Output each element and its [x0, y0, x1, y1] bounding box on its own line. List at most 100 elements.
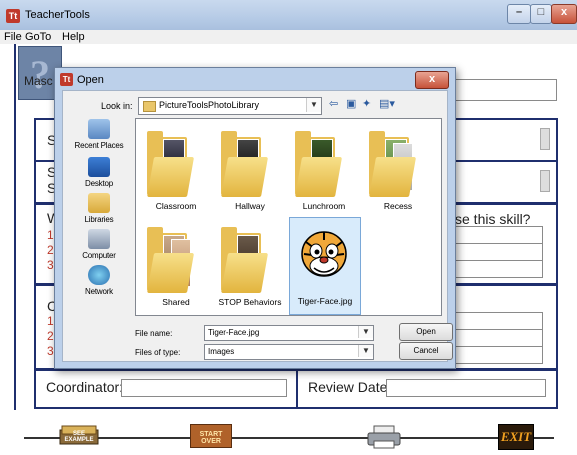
- window-title: TeacherTools: [25, 9, 90, 21]
- folder-item[interactable]: Classroom: [141, 123, 211, 219]
- form-top-label: Masc: [24, 74, 53, 88]
- close-button[interactable]: x: [551, 4, 577, 24]
- see-example-label: SEE EXAMPLE: [64, 431, 94, 443]
- network-icon: [88, 265, 110, 285]
- start-over-label: START OVER: [199, 431, 223, 445]
- view-menu-icon[interactable]: ▤▾: [379, 97, 395, 110]
- action-input-2[interactable]: [455, 329, 543, 347]
- number-a2: 2: [47, 243, 54, 257]
- file-name: Recess: [383, 201, 413, 211]
- libraries-icon: [88, 193, 110, 213]
- place-label: Recent Places: [74, 141, 124, 150]
- chevron-down-icon[interactable]: ▼: [358, 326, 373, 338]
- up-folder-icon[interactable]: ▣: [346, 97, 356, 110]
- new-folder-icon[interactable]: ✦: [362, 97, 371, 110]
- exit-button[interactable]: EXIT: [498, 424, 534, 450]
- close-icon: x: [560, 6, 568, 18]
- place-desktop[interactable]: Desktop: [69, 157, 129, 193]
- file-name: Hallway: [235, 201, 265, 211]
- exit-label: EXIT: [500, 429, 532, 444]
- action-input-3[interactable]: [455, 346, 543, 364]
- computer-icon: [88, 229, 110, 249]
- main-titlebar: Tt TeacherTools – □ x: [0, 0, 577, 31]
- folder-item[interactable]: Recess: [363, 123, 433, 219]
- coordinator-input[interactable]: [121, 379, 287, 397]
- menu-file[interactable]: File: [4, 31, 22, 43]
- dialog-app-icon: Tt: [60, 73, 73, 86]
- menu-help[interactable]: Help: [62, 31, 85, 43]
- skill-input-1[interactable]: [455, 226, 543, 244]
- menu-goto[interactable]: GoTo: [25, 31, 51, 43]
- recent-places-icon: [88, 119, 110, 139]
- folder-item[interactable]: Hallway: [215, 123, 285, 219]
- chevron-down-icon[interactable]: ▼: [358, 345, 373, 357]
- number-a1: 1: [47, 228, 54, 242]
- chevron-down-icon[interactable]: ▼: [306, 98, 321, 112]
- scroll-thumb-2[interactable]: [540, 170, 550, 192]
- number-b3: 3: [47, 344, 54, 358]
- open-dialog: Tt Open x Look in: PictureToolsPhotoLibr…: [54, 67, 456, 369]
- place-libraries[interactable]: Libraries: [69, 193, 129, 229]
- file-list: Classroom Hallway Lunchroom Recess Share…: [135, 118, 442, 316]
- file-name-label: File name:: [135, 329, 173, 338]
- coordinator-label: Coordinator:: [46, 379, 124, 395]
- place-recent-places[interactable]: Recent Places: [69, 119, 129, 155]
- number-a3: 3: [47, 258, 54, 272]
- printer-button[interactable]: [366, 424, 402, 450]
- look-in-select[interactable]: PictureToolsPhotoLibrary ▼: [138, 97, 322, 115]
- printer-icon: [367, 425, 401, 449]
- dialog-body: Look in: PictureToolsPhotoLibrary ▼ ⇦ ▣ …: [62, 90, 453, 362]
- file-name: Lunchroom: [302, 201, 346, 211]
- minimize-icon: –: [515, 6, 523, 18]
- look-in-label: Look in:: [101, 101, 133, 111]
- menubar: File GoTo Help: [0, 30, 577, 44]
- cancel-button[interactable]: Cancel: [399, 342, 453, 360]
- file-name: Classroom: [155, 201, 197, 211]
- skill-prompt: se this skill?: [455, 211, 531, 227]
- tiger-face-thumbnail: [301, 231, 347, 277]
- dialog-close-button[interactable]: x: [415, 71, 449, 89]
- file-name-value: Tiger-Face.jpg: [208, 328, 260, 337]
- place-label: Desktop: [85, 179, 113, 188]
- back-arrow-icon[interactable]: ⇦: [329, 97, 338, 110]
- review-date-input[interactable]: [386, 379, 546, 397]
- see-example-button[interactable]: SEE EXAMPLE: [58, 424, 100, 448]
- action-input-1[interactable]: [455, 312, 543, 330]
- file-name: Shared: [162, 297, 190, 307]
- bottom-rule: [24, 437, 554, 439]
- skill-input-2[interactable]: [455, 243, 543, 261]
- skill-input-3[interactable]: [455, 260, 543, 278]
- top-right-input[interactable]: [450, 79, 557, 101]
- file-name: STOP Behaviors: [218, 297, 282, 307]
- teachertools-app-icon: Tt: [6, 9, 20, 23]
- file-type-select[interactable]: Images ▼: [204, 344, 374, 360]
- scroll-thumb-1[interactable]: [540, 128, 550, 150]
- place-label: Libraries: [84, 215, 114, 224]
- place-label: Network: [85, 287, 113, 296]
- file-name: Tiger-Face.jpg: [297, 296, 353, 306]
- folder-item[interactable]: Shared: [141, 219, 211, 315]
- maximize-icon: □: [537, 6, 545, 18]
- open-button[interactable]: Open: [399, 323, 453, 341]
- minimize-button[interactable]: –: [507, 4, 531, 24]
- number-b1: 1: [47, 314, 54, 328]
- desktop-icon: [88, 157, 110, 177]
- places-bar: Recent Places Desktop Libraries Computer…: [69, 119, 129, 309]
- place-computer[interactable]: Computer: [69, 229, 129, 265]
- close-icon: x: [428, 73, 436, 85]
- number-b2: 2: [47, 329, 54, 343]
- look-in-value: PictureToolsPhotoLibrary: [159, 100, 260, 110]
- folder-icon: [143, 101, 156, 112]
- start-over-button[interactable]: START OVER: [190, 424, 232, 448]
- place-network[interactable]: Network: [69, 265, 129, 301]
- file-type-value: Images: [208, 347, 235, 356]
- image-item-selected[interactable]: Tiger-Face.jpg: [289, 217, 361, 315]
- review-date-label: Review Date:: [308, 379, 392, 395]
- place-label: Computer: [82, 251, 116, 260]
- dialog-title: Open: [77, 74, 104, 86]
- folder-item[interactable]: Lunchroom: [289, 123, 359, 219]
- folder-item[interactable]: STOP Behaviors: [215, 219, 285, 315]
- file-type-label: Files of type:: [135, 348, 181, 357]
- maximize-button[interactable]: □: [530, 4, 552, 24]
- file-name-input[interactable]: Tiger-Face.jpg ▼: [204, 325, 374, 341]
